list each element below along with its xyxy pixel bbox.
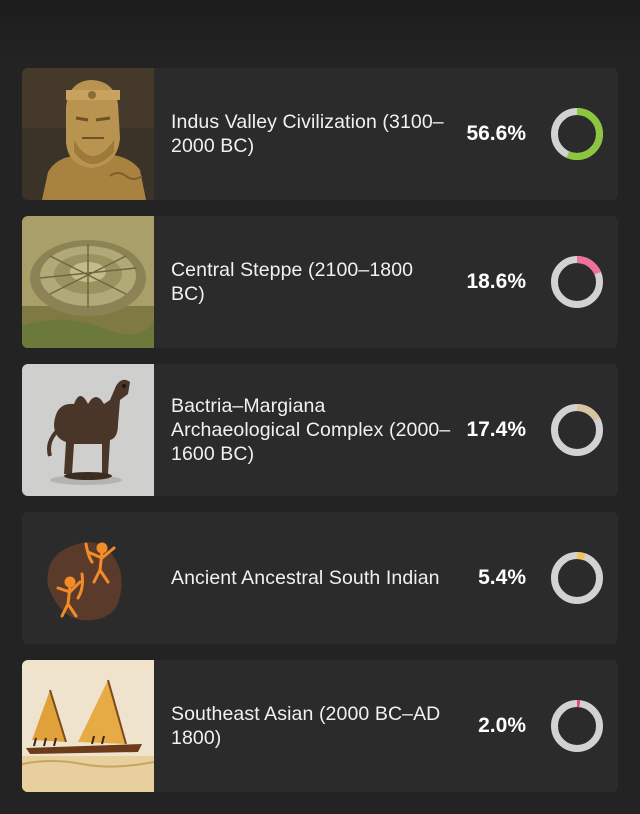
ancestry-title: Ancient Ancestral South Indian [171,567,440,589]
circular-fortress-image [22,216,154,348]
stone-bust-image [22,68,154,200]
ancestry-percent: 2.0% [478,714,526,737]
percent-ring [551,404,603,456]
ancestry-percent: 5.4% [478,566,526,589]
ring-track [551,700,603,752]
ancestry-percent: 17.4% [466,418,526,441]
ancestry-percent: 18.6% [466,270,526,293]
percent-ring [551,256,603,308]
ancestry-card-central-steppe[interactable]: Central Steppe (2100–1800 BC) 18.6% [22,216,618,348]
percent-ring [551,108,603,160]
rock-art-archers-image [22,512,154,644]
ancestry-title: Southeast Asian (2000 BC–AD 1800) [171,703,441,749]
percent-ring [551,552,603,604]
ancestry-list: Indus Valley Civilization (3100–2000 BC)… [22,68,618,808]
ancestry-title: Indus Valley Civilization (3100–2000 BC) [171,111,444,157]
ancestry-card-southeast-asian[interactable]: Southeast Asian (2000 BC–AD 1800) 2.0% [22,660,618,792]
percent-ring [551,700,603,752]
ancestry-percent: 56.6% [466,122,526,145]
ancestry-title: Bactria–Margiana Archaeological Complex … [171,395,451,465]
ancestry-card-ancient-south-indian[interactable]: Ancient Ancestral South Indian 5.4% [22,512,618,644]
ancestry-card-bactria-margiana[interactable]: Bactria–Margiana Archaeological Complex … [22,364,618,496]
ring-track [551,552,603,604]
sailing-canoe-image [22,660,154,792]
ancestry-card-indus-valley[interactable]: Indus Valley Civilization (3100–2000 BC)… [22,68,618,200]
ancestry-title: Central Steppe (2100–1800 BC) [171,259,414,305]
bronze-camel-image [22,364,154,496]
